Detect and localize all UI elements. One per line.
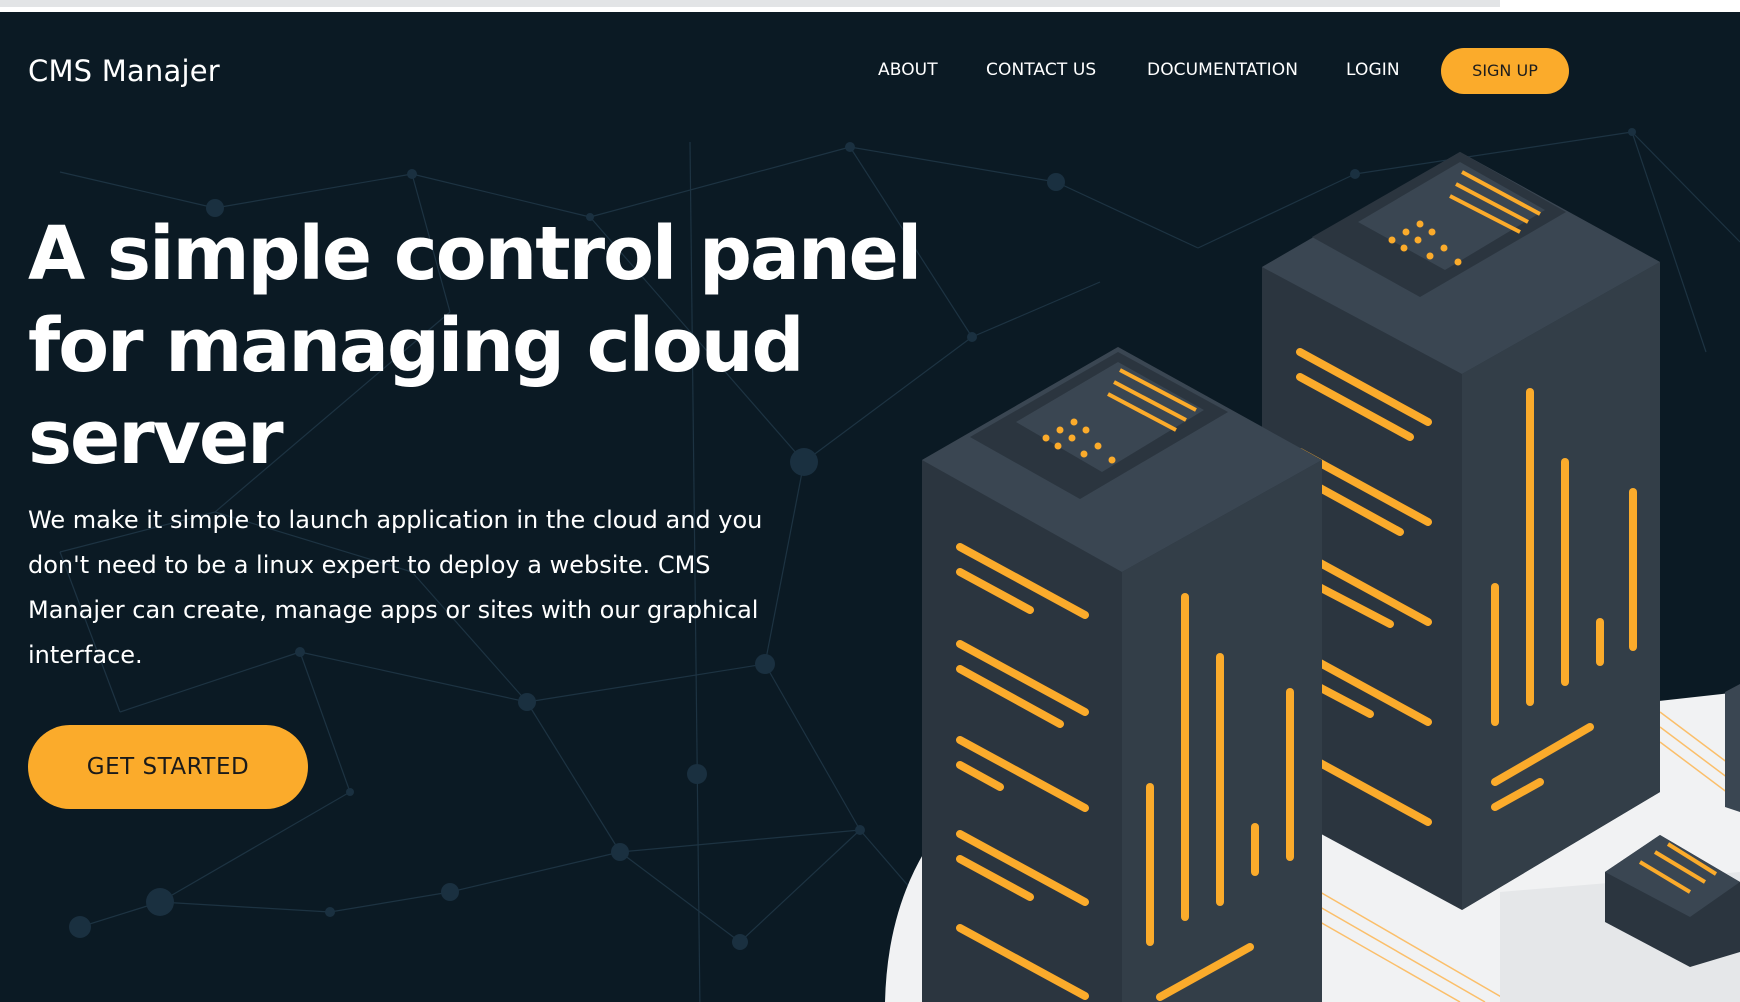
nav-link-contact-us[interactable]: CONTACT US [986, 60, 1096, 80]
signup-button[interactable]: SIGN UP [1441, 48, 1569, 94]
nav-link-login[interactable]: LOGIN [1346, 60, 1400, 80]
hero-section: CMS Manajer ABOUT CONTACT US DOCUMENTATI… [0, 12, 1740, 1002]
nav-link-about[interactable]: ABOUT [878, 60, 938, 80]
hero-headline: A simple control panel for managing clou… [28, 211, 922, 481]
hero-description: We make it simple to launch application … [28, 506, 763, 669]
nav-link-documentation[interactable]: DOCUMENTATION [1147, 60, 1298, 80]
browser-scroll-bar [0, 0, 1500, 7]
brand-logo[interactable]: CMS Manajer [28, 54, 220, 88]
get-started-button[interactable]: GET STARTED [28, 725, 308, 809]
server-tower-front [922, 347, 1322, 1002]
